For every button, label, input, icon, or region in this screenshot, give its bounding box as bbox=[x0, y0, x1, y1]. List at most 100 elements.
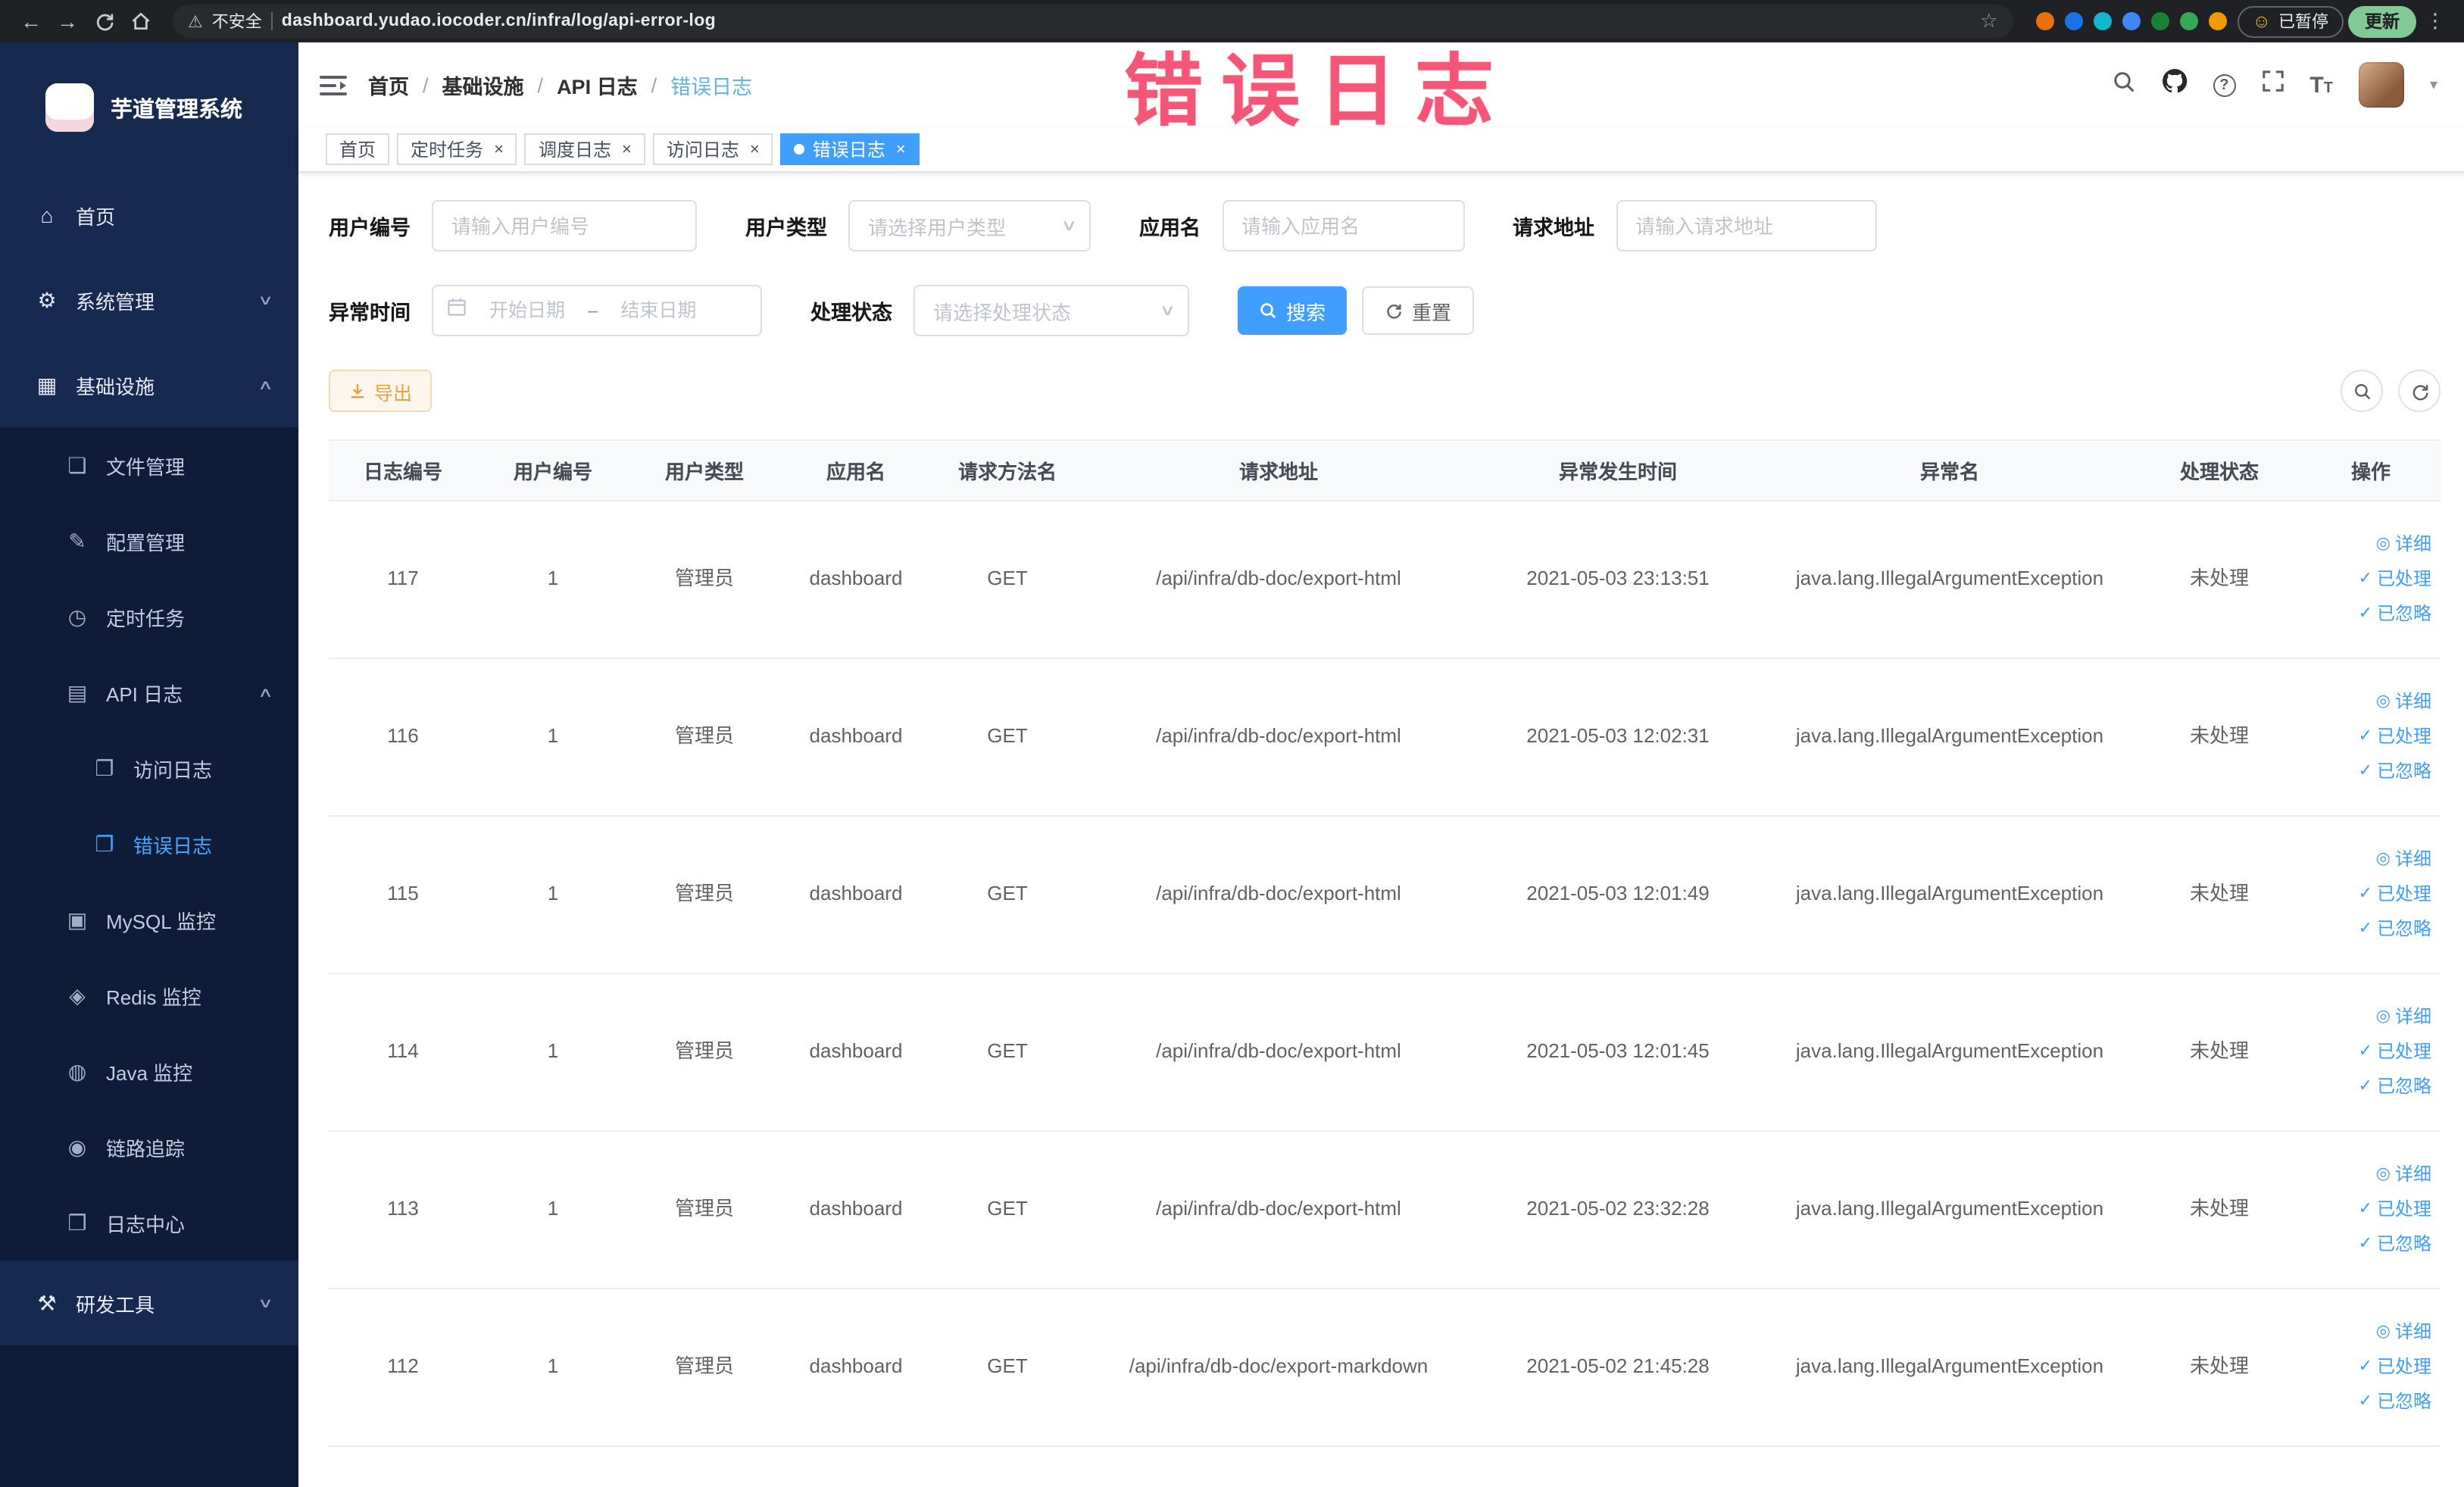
user-avatar[interactable] bbox=[2358, 62, 2404, 108]
url-text: dashboard.yudao.iocoder.cn/infra/log/api… bbox=[281, 12, 717, 30]
fullscreen-icon[interactable] bbox=[2261, 70, 2284, 100]
sidebar-item[interactable]: ❒ 日志中心 bbox=[0, 1185, 298, 1261]
toggle-search-button[interactable] bbox=[2341, 370, 2383, 412]
column-header: 请求地址 bbox=[1083, 440, 1474, 501]
sidebar-item[interactable]: ⚙ 系统管理 ∨ bbox=[0, 258, 298, 342]
processed-link[interactable]: ✓ 已处理 bbox=[2309, 562, 2431, 597]
cell-user_type: 管理员 bbox=[629, 973, 780, 1132]
sidebar-item[interactable]: ▤ API 日志 ∧ bbox=[0, 654, 298, 730]
extension-icon[interactable] bbox=[2208, 12, 2227, 30]
detail-link[interactable]: ◎ 详细 bbox=[2309, 1000, 2431, 1035]
export-button[interactable]: 导出 bbox=[329, 370, 433, 412]
tab-close-icon[interactable]: × bbox=[494, 140, 504, 158]
refresh-table-button[interactable] bbox=[2398, 370, 2441, 412]
end-date-input[interactable] bbox=[605, 300, 712, 321]
extension-icon[interactable] bbox=[2150, 12, 2169, 30]
tab-close-icon[interactable]: × bbox=[896, 140, 906, 158]
bookmark-star-icon[interactable]: ☆ bbox=[1980, 9, 1997, 33]
mysql-icon: ▣ bbox=[67, 907, 88, 931]
tab[interactable]: 首页 bbox=[326, 133, 390, 165]
processed-link[interactable]: ✓ 已处理 bbox=[2309, 877, 2431, 912]
ignore-link[interactable]: ✓ 已忽略 bbox=[2309, 1227, 2431, 1262]
processed-link[interactable]: ✓ 已处理 bbox=[2309, 1192, 2431, 1227]
ignore-link[interactable]: ✓ 已忽略 bbox=[2309, 1070, 2431, 1104]
cell-user_id: 1 bbox=[477, 658, 629, 817]
sidebar-item[interactable]: ✎ 配置管理 bbox=[0, 503, 298, 579]
exception-time-range-picker[interactable]: – bbox=[432, 285, 762, 336]
column-header: 用户编号 bbox=[477, 440, 629, 501]
detail-link[interactable]: ◎ 详细 bbox=[2309, 1315, 2431, 1350]
ignore-link[interactable]: ✓ 已忽略 bbox=[2309, 754, 2431, 789]
tab[interactable]: 错误日志 × bbox=[780, 133, 920, 165]
chevron-down-icon: ∨ bbox=[1060, 217, 1077, 234]
address-bar[interactable]: ⚠ 不安全 dashboard.yudao.iocoder.cn/infra/l… bbox=[173, 5, 2013, 38]
chevron-down-icon[interactable]: ▾ bbox=[2430, 77, 2437, 93]
check-icon: ✓ bbox=[2358, 920, 2372, 938]
processed-link[interactable]: ✓ 已处理 bbox=[2309, 1035, 2431, 1070]
extension-icon[interactable] bbox=[2093, 12, 2112, 30]
ignore-link[interactable]: ✓ 已忽略 bbox=[2309, 1385, 2431, 1420]
profile-paused-badge[interactable]: ☺ 已暂停 bbox=[2237, 5, 2344, 37]
chrome-menu-icon[interactable]: ⋮ bbox=[2421, 9, 2450, 33]
home-icon[interactable] bbox=[124, 5, 156, 37]
extension-icon[interactable] bbox=[2064, 12, 2083, 30]
chrome-update-button[interactable]: 更新 bbox=[2348, 5, 2416, 37]
tab[interactable]: 定时任务 × bbox=[397, 133, 517, 165]
breadcrumb-item[interactable]: 首页 bbox=[368, 70, 409, 100]
tab[interactable]: 调度日志 × bbox=[524, 133, 645, 165]
ignore-link[interactable]: ✓ 已忽略 bbox=[2309, 597, 2431, 632]
reset-button[interactable]: 重置 bbox=[1362, 286, 1475, 335]
chevron-down-icon: ∨ bbox=[1158, 302, 1176, 319]
extension-icon[interactable] bbox=[2035, 12, 2054, 30]
detail-link[interactable]: ◎ 详细 bbox=[2309, 842, 2431, 877]
filter-row-2: 异常时间 – 处理状态 请选择处理状态 bbox=[329, 285, 2441, 336]
sidebar-item[interactable]: ▣ MySQL 监控 bbox=[0, 882, 298, 957]
detail-link[interactable]: ◎ 详细 bbox=[2309, 685, 2431, 720]
sidebar-item[interactable]: ❐ 错误日志 bbox=[0, 806, 298, 882]
user-type-select[interactable]: 请选择用户类型 ∨ bbox=[848, 200, 1091, 251]
cell-id: 112 bbox=[329, 1289, 477, 1447]
help-icon[interactable]: ? bbox=[2213, 73, 2236, 96]
sidebar-item[interactable]: ◉ 链路追踪 bbox=[0, 1109, 298, 1185]
hamburger-icon[interactable] bbox=[320, 73, 347, 96]
redis-icon: ◈ bbox=[69, 982, 86, 1007]
app-logo[interactable]: 芋道管理系统 bbox=[0, 42, 298, 173]
detail-link[interactable]: ◎ 详细 bbox=[2309, 527, 2431, 562]
cell-status: 未处理 bbox=[2138, 1131, 2301, 1289]
back-icon[interactable]: ← bbox=[15, 5, 47, 37]
font-size-icon[interactable]: TT bbox=[2309, 73, 2333, 96]
cell-method: GET bbox=[932, 1131, 1083, 1289]
ignore-link[interactable]: ✓ 已忽略 bbox=[2309, 912, 2431, 947]
extension-icon[interactable] bbox=[2179, 12, 2198, 30]
reload-icon[interactable] bbox=[88, 5, 120, 37]
search-button[interactable]: 搜索 bbox=[1238, 286, 1348, 335]
sidebar-item[interactable]: ◈ Redis 监控 bbox=[0, 957, 298, 1033]
sidebar-item[interactable]: ◷ 定时任务 bbox=[0, 579, 298, 654]
detail-link[interactable]: ◎ 详细 bbox=[2309, 1157, 2431, 1192]
start-date-input[interactable] bbox=[474, 300, 580, 321]
process-status-select[interactable]: 请选择处理状态 ∨ bbox=[913, 285, 1189, 336]
sidebar-item[interactable]: ❏ 文件管理 bbox=[0, 427, 298, 503]
user-id-input[interactable] bbox=[432, 200, 697, 251]
tab-close-icon[interactable]: × bbox=[622, 140, 632, 158]
extension-icon[interactable] bbox=[2122, 12, 2141, 30]
sidebar-item[interactable]: ⚒ 研发工具 ∨ bbox=[0, 1261, 298, 1345]
sidebar-item[interactable]: ⌂ 首页 bbox=[0, 173, 298, 258]
sidebar-item[interactable]: ❐ 访问日志 bbox=[0, 730, 298, 806]
eye-icon: ◎ bbox=[2375, 1323, 2391, 1341]
github-icon[interactable] bbox=[2161, 68, 2187, 102]
cell-status: 未处理 bbox=[2138, 501, 2301, 659]
cell-id: 114 bbox=[329, 973, 477, 1132]
processed-link[interactable]: ✓ 已处理 bbox=[2309, 720, 2431, 754]
app-name-input[interactable] bbox=[1222, 200, 1464, 251]
search-icon[interactable] bbox=[2111, 69, 2135, 101]
forward-icon[interactable]: → bbox=[52, 5, 83, 37]
tab-close-icon[interactable]: × bbox=[750, 140, 760, 158]
sidebar-item[interactable]: ▦ 基础设施 ∧ bbox=[0, 342, 298, 427]
breadcrumb-item[interactable]: API 日志 bbox=[557, 70, 638, 100]
processed-link[interactable]: ✓ 已处理 bbox=[2309, 1350, 2431, 1385]
tab[interactable]: 访问日志 × bbox=[652, 133, 773, 165]
request-url-input[interactable] bbox=[1616, 200, 1876, 251]
breadcrumb-item[interactable]: 基础设施 bbox=[442, 70, 524, 100]
sidebar-item[interactable]: ◍ Java 监控 bbox=[0, 1033, 298, 1109]
